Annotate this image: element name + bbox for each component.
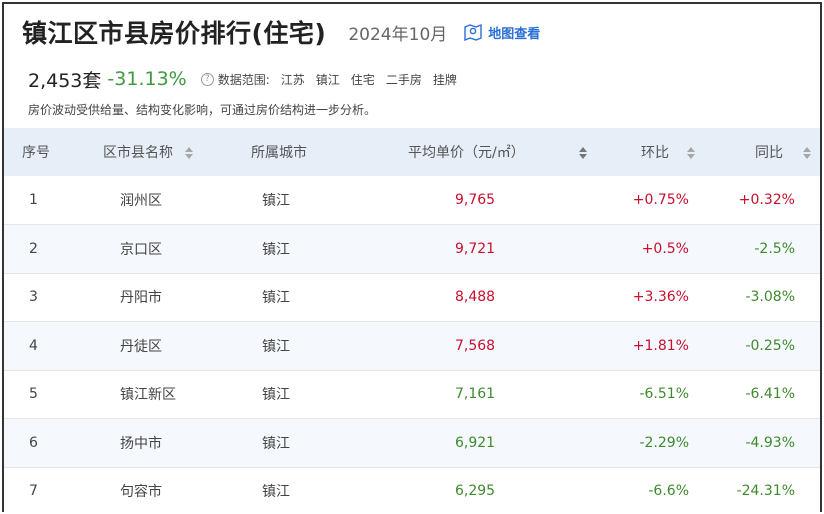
price-note: 房价波动受供给量、结构变化影响，可通过房价结构进一步分析。 bbox=[28, 103, 377, 117]
row-district: 句容市 bbox=[120, 484, 162, 501]
listing-change: -31.13% bbox=[107, 68, 187, 90]
scope-tag: 住宅 bbox=[350, 72, 375, 87]
scope-tag: 镇江 bbox=[315, 72, 340, 87]
row-city: 镇江 bbox=[262, 290, 290, 307]
row-index: 1 bbox=[29, 192, 38, 208]
ranking-table: 序号 区市县名称 所属城市 平均单价（元/㎡） 环比 同比 1 润州区 镇江 9,76… bbox=[4, 128, 820, 512]
page-title: 镇江区市县房价排行(住宅) bbox=[22, 19, 327, 48]
row-city: 镇江 bbox=[262, 387, 290, 404]
scope-label: 数据范围: bbox=[217, 72, 270, 87]
row-index: 7 bbox=[29, 483, 38, 500]
scope-tag: 挂牌 bbox=[432, 72, 457, 87]
sort-icon[interactable] bbox=[803, 147, 811, 159]
table-row[interactable]: 1 润州区 镇江 9,765 +0.75% +0.32% bbox=[4, 176, 820, 225]
row-index: 3 bbox=[29, 289, 38, 306]
map-view-label: 地图查看 bbox=[488, 26, 541, 42]
sort-icon[interactable] bbox=[687, 147, 695, 159]
row-mom-change: -6.51% bbox=[639, 386, 689, 403]
row-city: 镇江 bbox=[262, 241, 290, 258]
col-header-mom[interactable]: 环比 bbox=[616, 128, 726, 176]
row-index: 6 bbox=[29, 434, 38, 451]
row-price: 7,161 bbox=[455, 386, 496, 403]
col-header-city: 所属城市 bbox=[251, 145, 307, 161]
row-price: 9,765 bbox=[455, 192, 496, 208]
row-price: 6,295 bbox=[455, 483, 496, 500]
row-price: 9,721 bbox=[455, 240, 496, 257]
row-yoy-change: -0.25% bbox=[745, 337, 795, 354]
row-city: 镇江 bbox=[262, 193, 290, 209]
row-price: 6,921 bbox=[455, 434, 496, 451]
scope-tag: 二手房 bbox=[385, 72, 422, 87]
ranking-panel: 镇江区市县房价排行(住宅) 2024年10月 地图查看 2,453套 -31.1… bbox=[2, 2, 822, 512]
table-row[interactable]: 2 京口区 镇江 9,721 +0.5% -2.5% bbox=[4, 224, 820, 273]
row-mom-change: +0.5% bbox=[641, 240, 689, 257]
row-district: 润州区 bbox=[120, 193, 162, 209]
row-district: 丹阳市 bbox=[120, 290, 162, 307]
col-header-district[interactable]: 区市县名称 bbox=[79, 128, 229, 176]
col-header-price[interactable]: 平均单价（元/㎡） bbox=[361, 128, 616, 176]
row-district: 京口区 bbox=[120, 241, 162, 258]
table-row[interactable]: 7 句容市 镇江 6,295 -6.6% -24.31% bbox=[4, 467, 820, 512]
sort-icon[interactable] bbox=[578, 147, 587, 159]
table-row[interactable]: 3 丹阳市 镇江 8,488 +3.36% -3.08% bbox=[4, 273, 820, 322]
row-index: 4 bbox=[29, 337, 38, 354]
row-yoy-change: +0.32% bbox=[738, 192, 795, 208]
summary: 2,453套 -31.13% ? 数据范围: 江苏 镇江 住宅 二手房 挂牌 bbox=[28, 64, 457, 94]
report-date: 2024年10月 bbox=[348, 24, 448, 45]
row-city: 镇江 bbox=[262, 338, 290, 355]
data-scope: ? 数据范围: 江苏 镇江 住宅 二手房 挂牌 bbox=[200, 71, 457, 88]
col-header-yoy[interactable]: 同比 bbox=[726, 128, 820, 176]
row-yoy-change: -2.5% bbox=[754, 240, 795, 257]
help-icon[interactable]: ? bbox=[200, 72, 214, 86]
row-mom-change: -6.6% bbox=[648, 483, 689, 500]
row-district: 扬中市 bbox=[120, 435, 162, 452]
row-price: 7,568 bbox=[455, 337, 496, 354]
row-price: 8,488 bbox=[455, 289, 496, 306]
map-view-link[interactable]: 地图查看 bbox=[463, 23, 540, 42]
row-yoy-change: -24.31% bbox=[736, 483, 795, 500]
row-index: 5 bbox=[29, 386, 38, 403]
row-yoy-change: -6.41% bbox=[745, 386, 795, 403]
row-district: 丹徒区 bbox=[120, 338, 162, 355]
row-index: 2 bbox=[29, 240, 38, 257]
row-yoy-change: -4.93% bbox=[745, 434, 795, 451]
row-mom-change: +1.81% bbox=[632, 337, 689, 354]
row-mom-change: +0.75% bbox=[632, 192, 689, 208]
row-mom-change: +3.36% bbox=[632, 289, 689, 306]
row-district: 镇江新区 bbox=[120, 387, 176, 404]
table-row[interactable]: 4 丹徒区 镇江 7,568 +1.81% -0.25% bbox=[4, 321, 820, 370]
sort-icon[interactable] bbox=[185, 147, 193, 159]
table-row[interactable]: 6 扬中市 镇江 6,921 -2.29% -4.93% bbox=[4, 418, 820, 467]
listing-count: 2,453套 bbox=[28, 69, 102, 92]
scope-tag: 江苏 bbox=[280, 72, 305, 87]
row-yoy-change: -3.08% bbox=[745, 289, 795, 306]
table-header: 序号 区市县名称 所属城市 平均单价（元/㎡） 环比 同比 bbox=[4, 128, 820, 176]
table-row[interactable]: 5 镇江新区 镇江 7,161 -6.51% -6.41% bbox=[4, 370, 820, 419]
col-header-index: 序号 bbox=[22, 145, 50, 161]
row-city: 镇江 bbox=[262, 435, 290, 452]
header: 镇江区市县房价排行(住宅) 2024年10月 地图查看 bbox=[22, 12, 540, 52]
row-city: 镇江 bbox=[262, 484, 290, 501]
row-mom-change: -2.29% bbox=[639, 434, 689, 451]
map-pin-icon bbox=[464, 23, 482, 41]
